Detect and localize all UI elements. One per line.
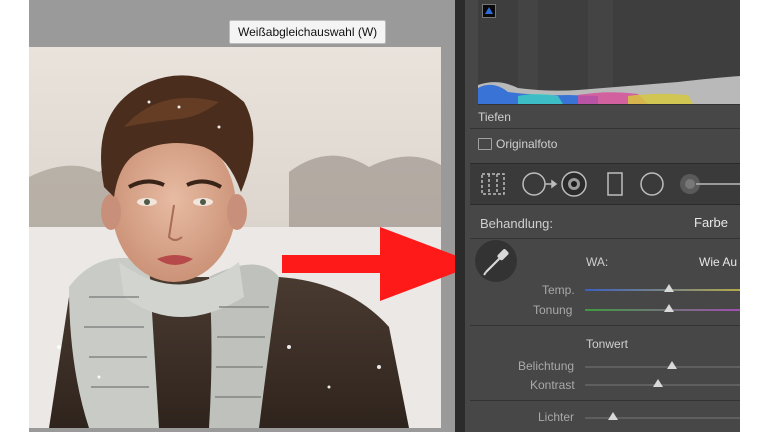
temperature-slider-thumb[interactable] — [663, 284, 674, 292]
white-balance-preset[interactable]: Wie Au — [699, 255, 737, 269]
radial-filter-icon[interactable] — [640, 172, 664, 196]
separator — [470, 400, 740, 401]
tint-slider-thumb[interactable] — [663, 304, 674, 312]
histogram — [478, 0, 740, 105]
adjustment-brush-icon[interactable] — [680, 174, 740, 194]
separator — [470, 128, 740, 129]
tint-label: Tonung — [533, 303, 573, 317]
tone-section-label: Tonwert — [586, 337, 629, 351]
white-balance-label: WA: — [586, 255, 609, 269]
white-balance-selector-tooltip: Weißabgleichauswahl (W) — [229, 20, 387, 44]
separator — [470, 238, 740, 239]
exposure-slider-thumb[interactable] — [666, 361, 677, 369]
treatment-color-option[interactable]: Farbe — [694, 215, 728, 230]
crop-overlay-icon[interactable] — [481, 173, 505, 195]
temperature-slider[interactable] — [585, 289, 740, 291]
graduated-filter-icon[interactable] — [607, 172, 623, 196]
separator — [470, 325, 740, 326]
tint-slider[interactable] — [585, 309, 740, 311]
exposure-slider[interactable] — [585, 366, 740, 368]
eyedropper-icon — [483, 249, 509, 276]
tool-strip — [470, 163, 740, 205]
original-photo-label: Originalfoto — [496, 137, 558, 151]
exposure-label: Belichtung — [518, 359, 575, 373]
highlights-label: Lichter — [538, 410, 575, 424]
annotation-arrow — [282, 227, 478, 301]
contrast-label: Kontrast — [530, 378, 575, 392]
treatment-label: Behandlung: — [480, 216, 554, 231]
shadow-clipping-indicator[interactable] — [482, 4, 496, 18]
histogram-readout: Tiefen — [478, 110, 511, 124]
annotation-arrow-shape — [282, 227, 478, 301]
white-balance-selector-button[interactable] — [475, 240, 517, 282]
contrast-slider-thumb[interactable] — [652, 379, 663, 387]
highlights-slider-thumb[interactable] — [607, 412, 618, 420]
temperature-label: Temp. — [542, 283, 575, 297]
original-photo-checkbox[interactable] — [478, 138, 492, 150]
histogram-graph — [478, 0, 740, 104]
panel-divider — [455, 0, 465, 432]
red-eye-icon[interactable] — [561, 171, 587, 197]
spot-removal-icon[interactable] — [522, 172, 558, 196]
